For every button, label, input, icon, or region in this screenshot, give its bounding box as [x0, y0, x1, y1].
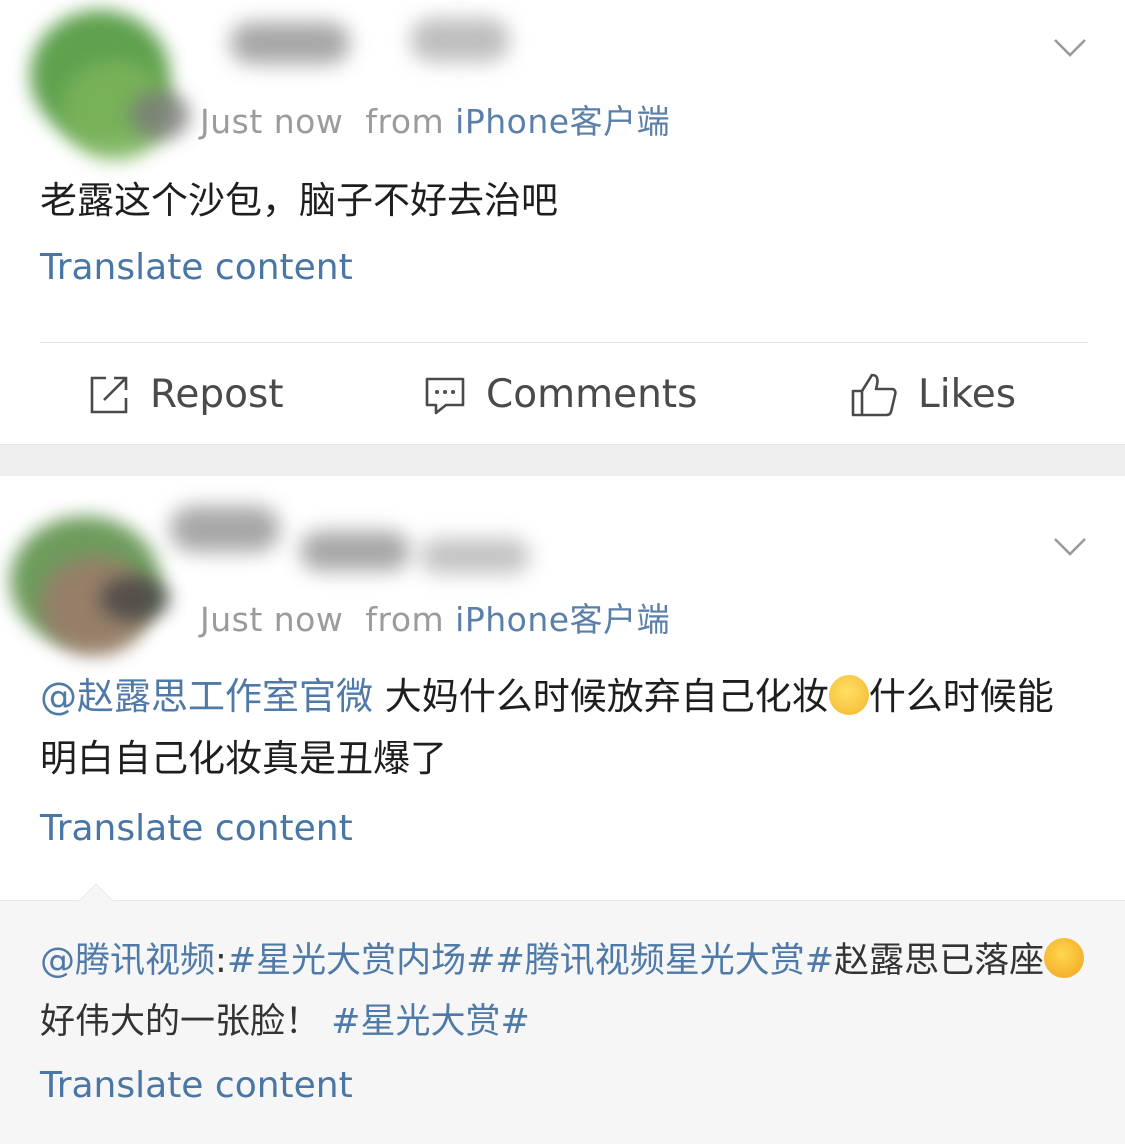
post-text-part: 大妈什么时候放弃自己化妆	[384, 675, 829, 718]
feed-separator	[0, 444, 1125, 476]
repost-button[interactable]: Repost	[88, 345, 284, 444]
comments-label: Comments	[486, 372, 698, 417]
post-meta: Just now from iPhone客户端	[200, 95, 670, 143]
post-source[interactable]: iPhone客户端	[455, 102, 670, 141]
translate-link[interactable]: Translate content	[40, 808, 353, 849]
shush-emoji-icon	[828, 675, 869, 715]
hashtag-link[interactable]: #星光大赏内场##腾讯视频星光大赏#	[227, 941, 834, 981]
likes-label: Likes	[918, 372, 1017, 417]
post-card: Just now from iPhone客户端 @赵露思工作室官微 大妈什么时候放…	[0, 476, 1125, 1144]
from-label: from	[365, 600, 445, 639]
comments-button[interactable]: Comments	[424, 345, 697, 444]
post-text: @赵露思工作室官微 大妈什么时候放弃自己化妆 什么时候能明白自己化妆真是丑爆了	[40, 666, 1085, 790]
repost-container[interactable]: @腾讯视频:#星光大赏内场##腾讯视频星光大赏#赵露思已落座 好伟大的一张脸！ …	[0, 883, 1125, 1144]
action-bar: Repost Comments Likes	[0, 345, 1125, 444]
repost-text: @腾讯视频:#星光大赏内场##腾讯视频星光大赏#赵露思已落座 好伟大的一张脸！ …	[40, 931, 1085, 1053]
separator: :	[215, 941, 227, 981]
post-card: Just now from iPhone客户端 老露这个沙包，脑子不好去治吧 Tr…	[0, 0, 1125, 444]
repost-text-part: 赵露思已落座	[834, 941, 1045, 981]
divider	[40, 342, 1088, 343]
repost-text-part: 好伟大的一张脸！	[40, 1002, 321, 1042]
post-meta: Just now from iPhone客户端	[200, 593, 670, 641]
chevron-down-icon[interactable]	[1053, 529, 1087, 563]
from-label: from	[365, 102, 445, 141]
repost-label: Repost	[150, 372, 284, 417]
repost-icon	[90, 376, 128, 413]
repost-notch	[78, 883, 114, 901]
thumbs-up-icon	[851, 373, 897, 416]
chevron-down-icon[interactable]	[1053, 30, 1087, 64]
mention-link[interactable]: @腾讯视频	[40, 941, 215, 981]
likes-button[interactable]: Likes	[850, 345, 1016, 444]
post-time: Just now	[200, 102, 344, 141]
translate-link[interactable]: Translate content	[40, 247, 353, 288]
mention-link[interactable]: @赵露思工作室官微	[40, 675, 373, 718]
post-time: Just now	[200, 600, 344, 639]
hashtag-link[interactable]: #星光大赏#	[331, 1002, 530, 1042]
translate-link[interactable]: Translate content	[40, 1065, 353, 1106]
crying-emoji-icon	[1044, 938, 1085, 978]
post-source[interactable]: iPhone客户端	[455, 600, 670, 639]
post-text: 老露这个沙包，脑子不好去治吧	[40, 179, 558, 222]
comment-icon	[425, 377, 465, 414]
